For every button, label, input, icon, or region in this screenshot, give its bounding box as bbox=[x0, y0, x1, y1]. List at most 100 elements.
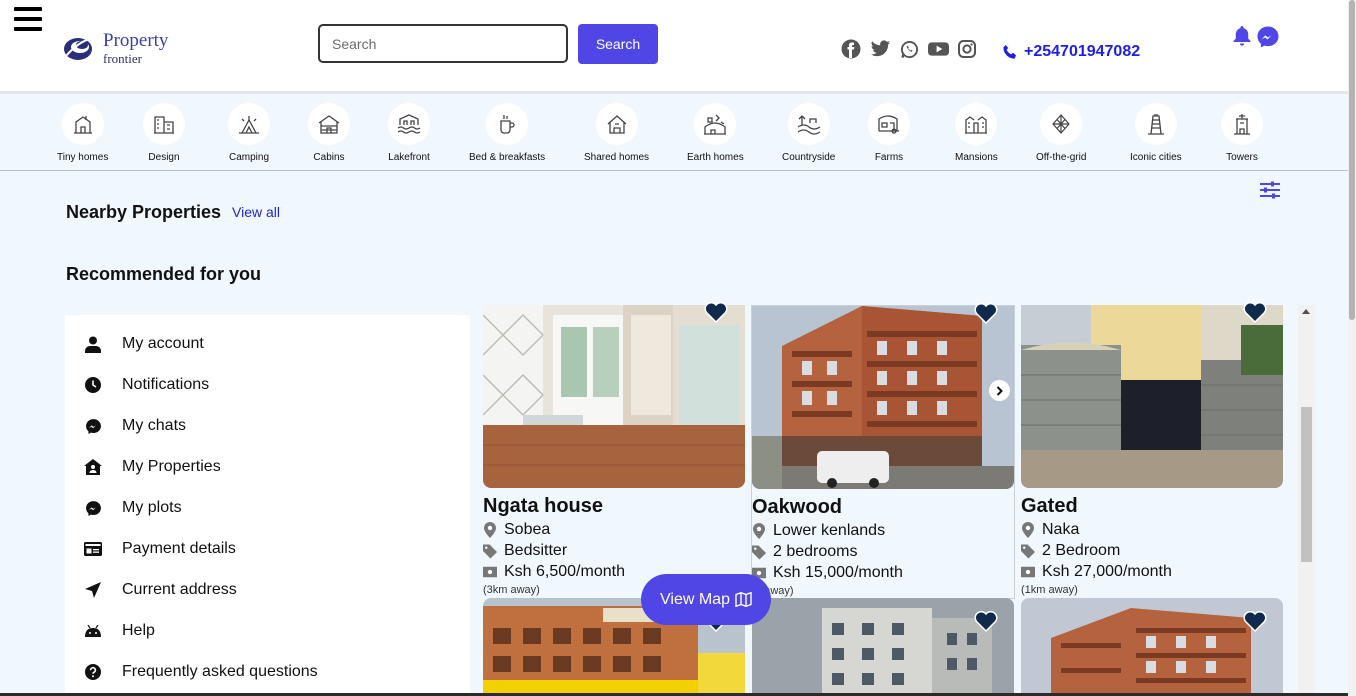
map-pin-icon bbox=[1022, 522, 1034, 538]
android-icon bbox=[85, 625, 101, 637]
countryside-icon bbox=[797, 115, 821, 135]
category-bed-breakfasts[interactable]: Bed & breakfasts bbox=[469, 103, 545, 163]
property-price: Ksh 27,000/month bbox=[1021, 563, 1172, 581]
category-farms[interactable]: Farms bbox=[868, 103, 910, 163]
card-icon bbox=[84, 542, 102, 556]
property-name: Ngata house bbox=[483, 495, 604, 517]
phone-icon bbox=[1003, 45, 1016, 59]
messenger-icon bbox=[85, 418, 101, 434]
money-bill-icon bbox=[483, 566, 497, 578]
category-earth-homes[interactable]: Earth homes bbox=[687, 103, 744, 163]
property-distance: (3km away) bbox=[483, 584, 540, 596]
favorite-heart-icon[interactable] bbox=[1243, 301, 1267, 323]
map-icon bbox=[735, 592, 752, 607]
whatsapp-icon[interactable] bbox=[898, 39, 920, 59]
property-card-photo[interactable] bbox=[752, 598, 1014, 696]
map-pin-icon bbox=[753, 523, 765, 539]
bell-icon[interactable] bbox=[1230, 24, 1254, 48]
menu-item-faq[interactable]: Frequently asked questions bbox=[83, 663, 318, 681]
property-photo[interactable] bbox=[483, 305, 745, 488]
search-button[interactable]: Search bbox=[578, 24, 658, 64]
phone-link[interactable]: +254701947082 bbox=[1002, 43, 1140, 61]
location-arrow-icon bbox=[85, 582, 101, 598]
category-countryside[interactable]: Countryside bbox=[782, 103, 835, 163]
map-pin-icon bbox=[484, 522, 496, 538]
tag-icon bbox=[1021, 544, 1035, 558]
listings-scrollbar[interactable] bbox=[1298, 305, 1315, 696]
view-all-link[interactable]: View all bbox=[232, 204, 280, 220]
menu-item-my-properties[interactable]: My Properties bbox=[83, 458, 221, 476]
menu-item-my-account[interactable]: My account bbox=[83, 335, 204, 353]
twitter-icon[interactable] bbox=[869, 39, 891, 59]
shared-home-icon bbox=[607, 115, 626, 134]
category-tiny-homes[interactable]: Tiny homes bbox=[57, 103, 108, 163]
category-shared-homes[interactable]: Shared homes bbox=[584, 103, 649, 163]
menu-item-my-chats[interactable]: My chats bbox=[83, 417, 186, 435]
camping-icon bbox=[239, 116, 259, 134]
recommended-heading: Recommended for you bbox=[66, 264, 262, 284]
menu-item-notifications[interactable]: Notifications bbox=[83, 376, 209, 394]
phone-number: +254701947082 bbox=[1024, 43, 1141, 60]
menu-item-payment-details[interactable]: Payment details bbox=[83, 540, 236, 558]
category-lakefront[interactable]: Lakefront bbox=[388, 103, 430, 163]
property-card[interactable]: Oakwood Lower kenlands 2 bedrooms Ksh 15… bbox=[751, 302, 1015, 599]
favorite-heart-icon[interactable] bbox=[1243, 610, 1267, 632]
money-bill-icon bbox=[1021, 566, 1035, 578]
property-card[interactable]: Ngata house Sobea Bedsitter Ksh 6,500/mo… bbox=[483, 301, 745, 605]
category-iconic-cities[interactable]: Iconic cities bbox=[1130, 103, 1182, 163]
property-photo[interactable] bbox=[1021, 305, 1283, 488]
favorite-heart-icon[interactable] bbox=[974, 302, 998, 324]
category-design[interactable]: Design bbox=[143, 103, 185, 163]
listings-scroll-thumb[interactable] bbox=[1301, 407, 1312, 562]
off-grid-icon bbox=[1052, 114, 1070, 134]
menu-item-my-plots[interactable]: My plots bbox=[83, 499, 182, 517]
messenger-icon[interactable] bbox=[1256, 25, 1280, 49]
property-card[interactable]: Gated Naka 2 Bedroom Ksh 27,000/month (1… bbox=[1021, 301, 1283, 605]
favorite-heart-icon[interactable] bbox=[704, 301, 728, 323]
logo-subtitle: frontier bbox=[103, 51, 142, 66]
question-circle-icon bbox=[85, 664, 101, 680]
site-logo[interactable]: Property frontier bbox=[62, 31, 168, 65]
hamburger-menu-icon[interactable] bbox=[14, 7, 42, 31]
property-price: Ksh 6,500/month bbox=[483, 563, 625, 581]
tag-icon bbox=[752, 545, 766, 559]
category-off-the-grid[interactable]: Off-the-grid bbox=[1036, 103, 1086, 163]
menu-item-current-address[interactable]: Current address bbox=[83, 581, 237, 599]
favorite-heart-icon[interactable] bbox=[974, 610, 998, 632]
property-photo[interactable] bbox=[752, 306, 1014, 489]
top-header: Property frontier Search +254701947082 bbox=[0, 0, 1348, 94]
social-links bbox=[840, 39, 978, 59]
view-map-button[interactable]: View Map bbox=[641, 574, 771, 625]
category-towers[interactable]: Towers bbox=[1221, 103, 1263, 163]
search-input[interactable] bbox=[318, 24, 568, 63]
tiny-home-icon bbox=[73, 116, 92, 134]
tower-icon bbox=[1234, 114, 1250, 135]
filter-sliders-icon[interactable] bbox=[1259, 181, 1281, 199]
youtube-icon[interactable] bbox=[927, 39, 949, 59]
chevron-right-icon bbox=[996, 385, 1003, 396]
facebook-icon[interactable] bbox=[840, 39, 862, 59]
property-card-photo[interactable] bbox=[1021, 598, 1283, 696]
bed-breakfast-icon bbox=[500, 115, 515, 134]
category-mansions[interactable]: Mansions bbox=[955, 103, 998, 163]
lakefront-icon bbox=[397, 114, 421, 134]
nearby-properties-heading: Nearby Properties bbox=[66, 202, 222, 222]
scroll-up-arrow-icon[interactable] bbox=[1302, 309, 1310, 314]
messenger-icon bbox=[85, 500, 101, 516]
category-cabins[interactable]: Cabins bbox=[308, 103, 350, 163]
property-type: 2 Bedroom bbox=[1021, 542, 1120, 560]
tag-icon bbox=[483, 544, 497, 558]
farm-icon bbox=[878, 115, 899, 134]
category-bar: Tiny homes Design Camping Cabins Lakefro… bbox=[0, 97, 1348, 171]
carousel-next-button[interactable] bbox=[989, 380, 1010, 401]
page-scroll-thumb[interactable] bbox=[1349, 0, 1355, 320]
menu-item-help[interactable]: Help bbox=[83, 622, 155, 640]
property-location: Lower kenlands bbox=[752, 522, 885, 540]
category-camping[interactable]: Camping bbox=[228, 103, 270, 163]
property-name: Gated bbox=[1021, 495, 1078, 517]
instagram-icon[interactable] bbox=[956, 39, 978, 59]
earth-home-icon bbox=[704, 114, 727, 135]
house-user-icon bbox=[84, 459, 102, 475]
logo-title: Property bbox=[103, 30, 169, 51]
page-scrollbar[interactable] bbox=[1348, 0, 1356, 696]
